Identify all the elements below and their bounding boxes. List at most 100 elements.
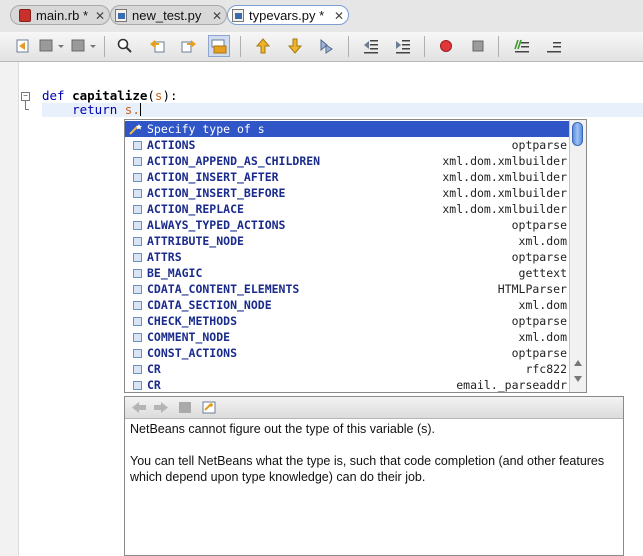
comment-icon[interactable] <box>512 37 530 55</box>
completion-item-name: BE_MAGIC <box>147 266 203 280</box>
scroll-down-icon[interactable] <box>574 376 582 382</box>
completion-item[interactable]: COMMENT_NODE xml.dom <box>125 329 571 345</box>
completion-item-name: ACTION_REPLACE <box>147 202 244 216</box>
constant-icon <box>133 157 142 166</box>
code-line-1[interactable]: def capitalize(s): <box>42 89 178 103</box>
editor-tab-bar: main.rb * ✕ new_test.py ✕ typevars.py * … <box>0 0 643 32</box>
documentation-paragraph: NetBeans cannot figure out the type of t… <box>130 422 436 436</box>
scrollbar-thumb[interactable] <box>572 122 583 146</box>
python-file-icon <box>232 9 244 22</box>
code-completion-popup: Specify type of s ACTIONS optparse ACTION_… <box>124 119 587 393</box>
tab-main-rb[interactable]: main.rb * ✕ <box>10 5 110 25</box>
completion-item[interactable]: ATTRIBUTE_NODE xml.dom <box>125 233 571 249</box>
completion-item-name: ACTIONS <box>147 138 196 152</box>
tab-typevars-py[interactable]: typevars.py * ✕ <box>227 5 349 25</box>
forward-dropdown-icon[interactable] <box>88 37 98 55</box>
completion-item[interactable]: ACTION_INSERT_BEFORE xml.dom.xmlbuilder <box>125 185 571 201</box>
toolbar-separator <box>104 36 105 57</box>
shift-right-icon[interactable] <box>394 37 412 55</box>
toggle-bookmark-icon[interactable] <box>318 37 336 55</box>
function-name: capitalize <box>72 88 148 103</box>
constant-icon <box>133 253 142 262</box>
uncomment-icon[interactable] <box>544 37 562 55</box>
previous-bookmark-icon[interactable] <box>254 37 272 55</box>
back-icon[interactable] <box>38 37 56 55</box>
completion-item-name: ACTION_INSERT_BEFORE <box>147 186 286 200</box>
constant-icon <box>133 205 142 214</box>
fold-guide-end <box>25 109 29 110</box>
completion-item-module: optparse <box>511 346 567 360</box>
documentation-paragraph: You can tell NetBeans what the type is, … <box>130 454 605 484</box>
completion-item-name: ALWAYS_TYPED_ACTIONS <box>147 218 286 232</box>
tab-new-test-py[interactable]: new_test.py ✕ <box>110 5 227 25</box>
completion-header-label: Specify type of s <box>147 122 265 136</box>
keyword: return <box>72 102 118 117</box>
completion-item-module: xml.dom.xmlbuilder <box>442 202 567 216</box>
completion-item-module: xml.dom.xmlbuilder <box>442 186 567 200</box>
constant-icon <box>133 301 142 310</box>
keyword: def <box>42 88 65 103</box>
close-icon[interactable]: ✕ <box>212 6 222 26</box>
completion-item-name: ATTRS <box>147 250 182 264</box>
completion-item[interactable]: ACTION_REPLACE xml.dom.xmlbuilder <box>125 201 571 217</box>
constant-icon <box>133 365 142 374</box>
completion-item-name: ACTION_INSERT_AFTER <box>147 170 279 184</box>
scroll-up-icon[interactable] <box>574 360 582 366</box>
completion-item[interactable]: ACTIONS optparse <box>125 137 571 153</box>
doc-forward-icon[interactable] <box>153 400 169 415</box>
completion-item-name: ACTION_APPEND_AS_CHILDREN <box>147 154 321 168</box>
completion-item[interactable]: CHECK_METHODS optparse <box>125 313 571 329</box>
completion-item[interactable]: ACTION_INSERT_AFTER xml.dom.xmlbuilder <box>125 169 571 185</box>
doc-back-icon[interactable] <box>131 400 147 415</box>
completion-item[interactable]: CDATA_SECTION_NODE xml.dom <box>125 297 571 313</box>
completion-item[interactable]: CONST_ACTIONS optparse <box>125 345 571 361</box>
completion-item-module: rfc822 <box>525 362 567 376</box>
constant-icon <box>133 317 142 326</box>
line-gutter <box>0 62 19 556</box>
code-line-2[interactable]: return s. <box>42 103 141 117</box>
close-icon[interactable]: ✕ <box>95 6 105 26</box>
doc-stop-icon[interactable] <box>177 400 193 415</box>
start-macro-icon[interactable] <box>437 37 455 55</box>
completion-item[interactable]: CR email._parseaddr <box>125 377 571 392</box>
toolbar-separator <box>348 36 349 57</box>
completion-item[interactable]: ACTION_APPEND_AS_CHILDREN xml.dom.xmlbuil… <box>125 153 571 169</box>
completion-item-module: optparse <box>511 314 567 328</box>
completion-header-item[interactable]: Specify type of s <box>125 121 571 137</box>
completion-item[interactable]: CDATA_CONTENT_ELEMENTS HTMLParser <box>125 281 571 297</box>
completion-item[interactable]: BE_MAGIC gettext <box>125 265 571 281</box>
forward-icon[interactable] <box>70 37 88 55</box>
find-next-icon[interactable] <box>180 37 198 55</box>
completion-item-module: optparse <box>511 138 567 152</box>
completion-item[interactable]: ATTRS optparse <box>125 249 571 265</box>
toolbar-separator <box>498 36 499 57</box>
stop-macro-icon[interactable] <box>469 37 487 55</box>
constant-icon <box>133 269 142 278</box>
constant-icon <box>133 333 142 342</box>
back-dropdown-icon[interactable] <box>56 37 66 55</box>
shift-left-icon[interactable] <box>362 37 380 55</box>
tab-label: typevars.py * <box>249 8 325 23</box>
find-icon[interactable] <box>116 37 134 55</box>
completion-item[interactable]: CR rfc822 <box>125 361 571 377</box>
doc-open-source-icon[interactable] <box>201 400 217 415</box>
completion-item[interactable]: ALWAYS_TYPED_ACTIONS optparse <box>125 217 571 233</box>
constant-icon <box>133 141 142 150</box>
toggle-highlight-icon[interactable] <box>208 35 230 57</box>
magic-wand-icon <box>129 123 143 135</box>
paren-open: ( <box>147 88 155 103</box>
completion-item-module: optparse <box>511 250 567 264</box>
last-edit-icon[interactable] <box>14 37 32 55</box>
close-icon[interactable]: ✕ <box>334 6 344 26</box>
next-bookmark-icon[interactable] <box>286 37 304 55</box>
text-caret <box>139 103 141 116</box>
completion-item-module: xml.dom <box>518 298 567 312</box>
toolbar-separator <box>240 36 241 57</box>
constant-icon <box>133 349 142 358</box>
completion-scrollbar[interactable] <box>569 120 586 392</box>
completion-item-name: ATTRIBUTE_NODE <box>147 234 244 248</box>
completion-item-module: optparse <box>511 218 567 232</box>
find-previous-icon[interactable] <box>148 37 166 55</box>
editor-toolbar <box>0 32 643 62</box>
code-fold-icon[interactable]: − <box>21 92 30 101</box>
